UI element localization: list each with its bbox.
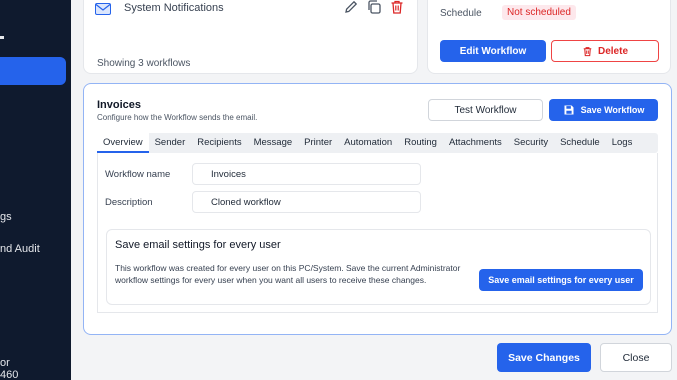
mail-icon bbox=[95, 3, 111, 15]
every-user-description: This workflow was created for every user… bbox=[115, 263, 461, 285]
sidebar-item-audit[interactable]: nd Audit bbox=[0, 243, 40, 255]
save-for-every-user-button[interactable]: Save email settings for every user bbox=[479, 269, 643, 291]
edit-pencil-icon[interactable] bbox=[343, 0, 359, 15]
delete-button[interactable]: Delete bbox=[551, 40, 659, 62]
every-user-settings-box: Save email settings for every user This … bbox=[106, 229, 651, 305]
edit-workflow-button[interactable]: Edit Workflow bbox=[440, 40, 546, 62]
tab-printer[interactable]: Printer bbox=[298, 133, 338, 153]
workflow-name-label: Workflow name bbox=[105, 169, 171, 180]
sidebar-user-role: or bbox=[0, 357, 10, 369]
schedule-label: Schedule bbox=[440, 8, 482, 19]
sidebar: gs nd Audit or 460 bbox=[0, 0, 71, 380]
tab-schedule[interactable]: Schedule bbox=[554, 133, 606, 153]
save-changes-button[interactable]: Save Changes bbox=[497, 343, 591, 372]
test-workflow-button[interactable]: Test Workflow bbox=[428, 99, 543, 121]
tab-security[interactable]: Security bbox=[508, 133, 554, 153]
save-workflow-button[interactable]: Save Workflow bbox=[549, 99, 658, 121]
tab-bar: Overview Sender Recipients Message Print… bbox=[97, 133, 658, 153]
tab-logs[interactable]: Logs bbox=[606, 133, 639, 153]
workflow-editor-panel: Invoices Configure how the Workflow send… bbox=[83, 83, 672, 335]
trash-icon bbox=[583, 46, 592, 56]
sidebar-item-active[interactable] bbox=[0, 57, 66, 85]
tab-sender[interactable]: Sender bbox=[149, 133, 192, 153]
tab-overview[interactable]: Overview bbox=[97, 133, 149, 153]
overview-tab-content: Workflow name Description Save email set… bbox=[97, 153, 658, 313]
sidebar-user-id: 460 bbox=[0, 369, 19, 380]
workflow-count: Showing 3 workflows bbox=[97, 58, 191, 69]
sidebar-item-settings[interactable]: gs bbox=[0, 211, 12, 223]
copy-icon[interactable] bbox=[366, 0, 382, 15]
panel-subtitle: Configure how the Workflow sends the ema… bbox=[97, 113, 258, 122]
workflow-list-card: System Notifications Showing 3 workflows bbox=[83, 0, 418, 74]
description-label: Description bbox=[105, 197, 153, 208]
workflow-item-name[interactable]: System Notifications bbox=[124, 2, 224, 14]
tab-message[interactable]: Message bbox=[248, 133, 299, 153]
description-input[interactable] bbox=[192, 191, 421, 213]
tab-recipients[interactable]: Recipients bbox=[191, 133, 247, 153]
save-workflow-label: Save Workflow bbox=[580, 105, 645, 115]
tab-attachments[interactable]: Attachments bbox=[443, 133, 508, 153]
trash-icon[interactable] bbox=[389, 0, 405, 15]
schedule-status-badge: Not scheduled bbox=[502, 5, 576, 20]
close-button[interactable]: Close bbox=[600, 343, 672, 372]
tab-routing[interactable]: Routing bbox=[398, 133, 443, 153]
sidebar-item-fragment bbox=[0, 36, 4, 39]
every-user-title: Save email settings for every user bbox=[115, 239, 281, 251]
delete-button-label: Delete bbox=[597, 45, 628, 57]
workflow-detail-card: Schedule Not scheduled Edit Workflow Del… bbox=[427, 0, 671, 74]
floppy-disk-icon bbox=[564, 105, 574, 115]
panel-title: Invoices bbox=[97, 99, 142, 111]
tab-automation[interactable]: Automation bbox=[338, 133, 398, 153]
workflow-name-input[interactable] bbox=[192, 163, 421, 185]
